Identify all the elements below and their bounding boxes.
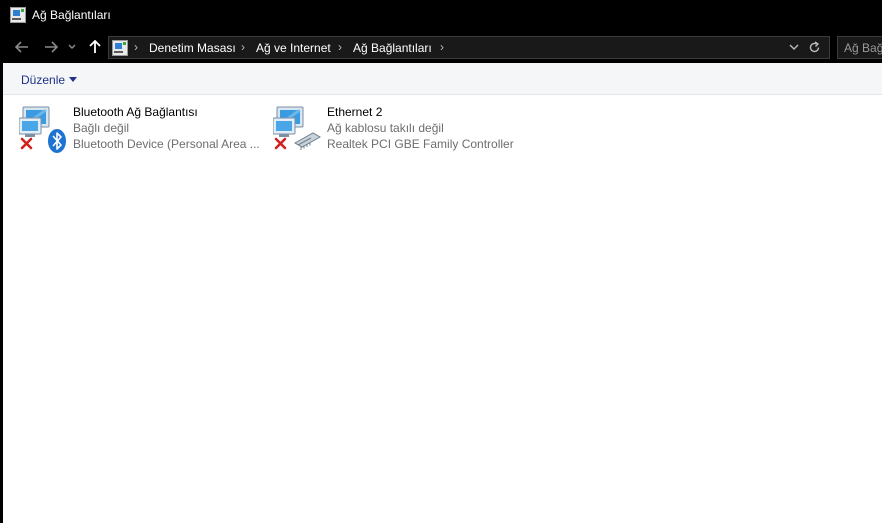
- organize-button[interactable]: Düzenle: [21, 73, 65, 87]
- network-connections-icon: [10, 7, 26, 23]
- disconnected-x-icon: [20, 137, 33, 150]
- connection-item-bluetooth[interactable]: Bluetooth Ağ Bağlantısı Bağlı değil Blue…: [19, 101, 269, 157]
- control-panel-icon: [112, 40, 128, 56]
- chevron-down-icon: [68, 44, 76, 49]
- breadcrumb-separator[interactable]: ›: [241, 40, 245, 54]
- refresh-icon[interactable]: [808, 41, 821, 54]
- connection-name: Bluetooth Ağ Bağlantısı: [73, 105, 198, 119]
- up-button[interactable]: [84, 36, 106, 58]
- back-button[interactable]: [11, 36, 33, 58]
- connection-name: Ethernet 2: [327, 105, 383, 119]
- navigation-bar: › Denetim Masası › Ağ ve Internet › Ağ B…: [0, 31, 882, 63]
- recent-locations-button[interactable]: [65, 36, 79, 58]
- connection-status: Ağ kablosu takılı değil: [327, 121, 444, 135]
- connection-item-ethernet[interactable]: Ethernet 2 Ağ kablosu takılı değil Realt…: [273, 101, 523, 157]
- breadcrumb-separator[interactable]: ›: [134, 40, 138, 54]
- breadcrumb-network-connections[interactable]: Ağ Bağlantıları: [353, 41, 432, 55]
- breadcrumb-network-internet[interactable]: Ağ ve Internet: [256, 41, 331, 55]
- breadcrumb-separator[interactable]: ›: [440, 40, 444, 54]
- window-title: Ağ Bağlantıları: [32, 8, 111, 22]
- forward-arrow-icon: [45, 41, 58, 53]
- address-dropdown-icon[interactable]: [789, 44, 799, 51]
- connection-device: Realtek PCI GBE Family Controller: [327, 137, 514, 151]
- back-arrow-icon: [15, 41, 28, 53]
- title-bar: Ağ Bağlantıları: [0, 0, 882, 31]
- breadcrumb-control-panel[interactable]: Denetim Masası: [149, 41, 236, 55]
- breadcrumb-separator[interactable]: ›: [338, 40, 342, 54]
- disconnected-x-icon: [274, 137, 287, 150]
- forward-button[interactable]: [40, 36, 62, 58]
- connection-status: Bağlı değil: [73, 121, 130, 135]
- up-arrow-icon: [89, 40, 101, 53]
- ethernet-network-icon: [273, 106, 321, 150]
- search-input[interactable]: Ağ Bağ: [837, 36, 882, 59]
- address-bar[interactable]: › Denetim Masası › Ağ ve Internet › Ağ B…: [108, 36, 830, 59]
- caret-down-icon[interactable]: [69, 77, 77, 82]
- bluetooth-network-icon: [19, 106, 66, 153]
- content-area: Düzenle Bluetooth Ağ Bağlantısı Bağlı de…: [3, 63, 882, 523]
- connection-device: Bluetooth Device (Personal Area ...: [73, 137, 260, 151]
- command-bar: Düzenle: [3, 63, 882, 95]
- network-adapter-card-icon: [293, 132, 321, 150]
- search-placeholder: Ağ Bağ: [844, 41, 882, 55]
